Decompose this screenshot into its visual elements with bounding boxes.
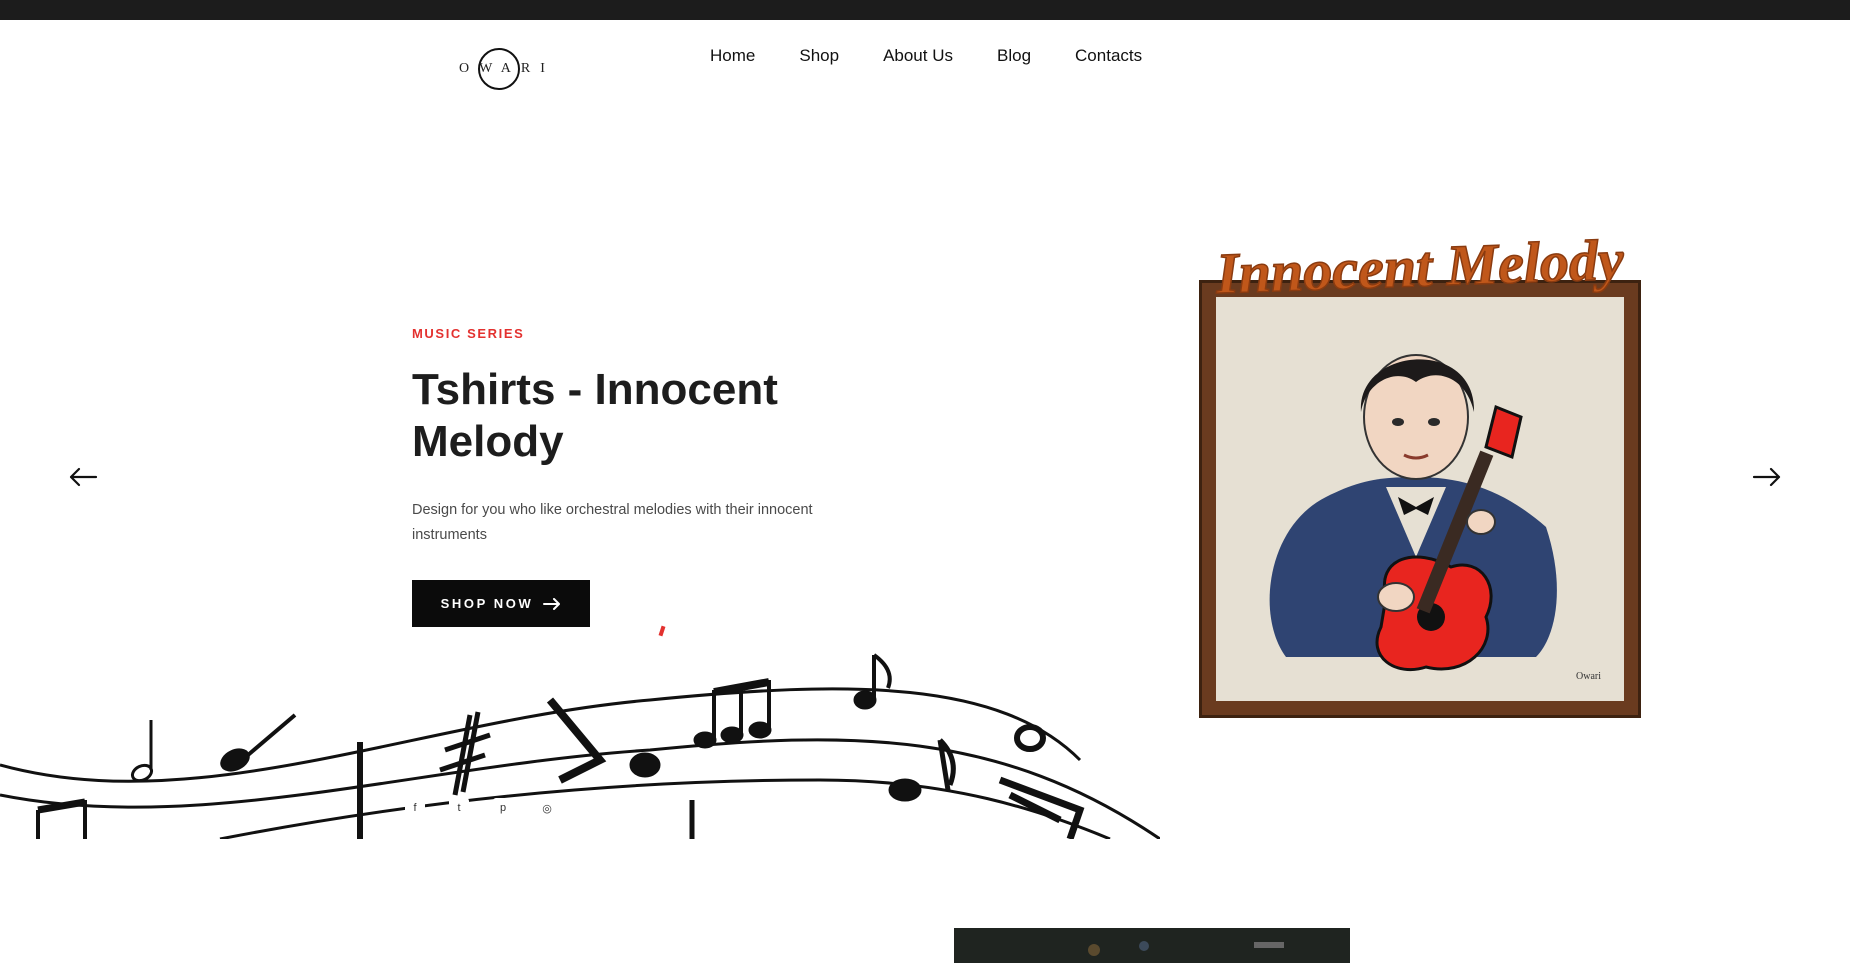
nav-contacts[interactable]: Contacts — [1075, 46, 1142, 66]
hero-eyebrow: MUSIC SERIES — [412, 326, 525, 341]
artwork-signature: Owari — [1576, 671, 1601, 682]
logo-text: OWARI — [459, 61, 555, 76]
music-staff-decoration — [0, 653, 1160, 839]
shop-now-label: SHOP NOW — [440, 596, 534, 611]
artwork-title-text: Innocent Melody — [1214, 230, 1625, 306]
hero-artwork: Owari Innocent Melody — [1165, 230, 1675, 730]
prev-slide-arrow-icon[interactable] — [66, 462, 100, 492]
twitter-icon[interactable]: t — [449, 798, 469, 818]
facebook-icon[interactable]: f — [405, 798, 425, 818]
nav-blog[interactable]: Blog — [997, 46, 1031, 66]
next-slide-arrow-icon[interactable] — [1750, 462, 1784, 492]
site-logo[interactable]: OWARI — [455, 46, 545, 94]
social-links: f t p ◎ — [405, 798, 557, 818]
next-section-thumbnail[interactable] — [954, 928, 1350, 963]
arrow-right-icon — [543, 597, 561, 610]
nav-about-us[interactable]: About Us — [883, 46, 953, 66]
top-bar — [0, 0, 1850, 20]
nav-home[interactable]: Home — [710, 46, 755, 66]
hero-description: Design for you who like orchestral melod… — [412, 502, 813, 543]
instagram-icon[interactable]: ◎ — [537, 798, 557, 818]
pinterest-icon[interactable]: p — [493, 798, 513, 818]
artwork-frame: Owari — [1199, 280, 1641, 718]
hero-title: Tshirts - Innocent Melody — [412, 365, 778, 466]
artwork-canvas: Owari — [1216, 297, 1624, 701]
artwork-title-lettering: Innocent Melody — [1213, 230, 1625, 307]
boy-with-guitar-illustration: Owari — [1269, 354, 1601, 682]
main-nav: Home Shop About Us Blog Contacts — [710, 46, 1142, 66]
nav-shop[interactable]: Shop — [799, 46, 839, 66]
